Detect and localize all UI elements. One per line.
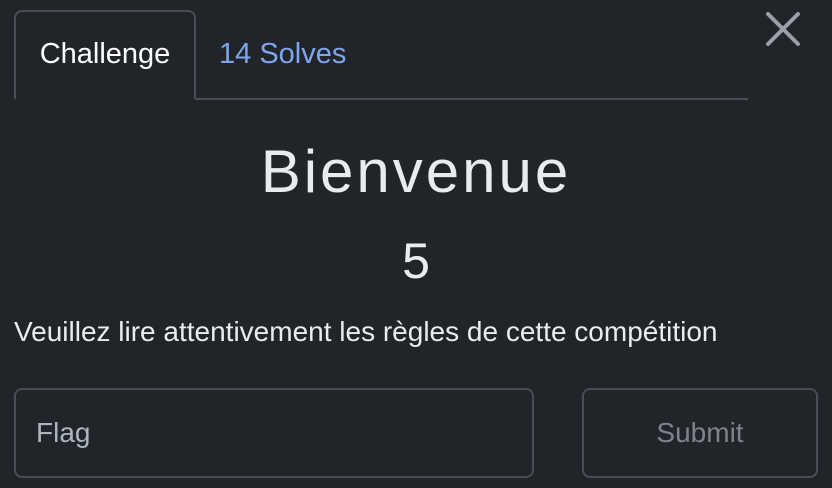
tab-solves-label: 14 Solves [219,37,347,70]
close-icon [766,12,800,46]
tab-challenge[interactable]: Challenge [14,10,196,100]
tab-challenge-label: Challenge [39,37,171,70]
tab-solves[interactable]: 14 Solves [196,10,346,98]
challenge-value: 5 [402,233,430,289]
submit-button[interactable]: Submit [582,388,818,478]
challenge-modal: Challenge 14 Solves Bienvenue 5 Veuillez… [0,0,832,488]
challenge-description: Veuillez lire attentivement les règles d… [14,316,718,347]
challenge-title: Bienvenue [260,138,572,205]
tab-bar: Challenge 14 Solves [14,10,748,100]
close-button[interactable] [762,8,804,50]
flag-input[interactable] [14,388,534,478]
